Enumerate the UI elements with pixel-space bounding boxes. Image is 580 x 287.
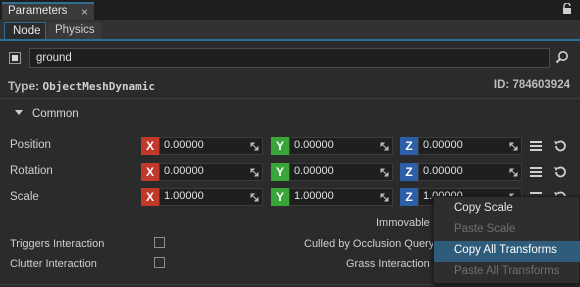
scale-y-value: 1.00000 [294, 190, 334, 202]
grass-interaction-label: Grass Interaction [346, 258, 430, 270]
menu-item-copy-all-transforms[interactable]: Copy All Transforms [434, 241, 580, 262]
menu-item-paste-scale[interactable]: Paste Scale [434, 220, 580, 241]
menu-item-paste-all-transforms[interactable]: Paste All Transforms [434, 262, 580, 283]
expand-grip-icon[interactable] [250, 193, 259, 202]
divider [0, 98, 580, 99]
scale-y-axis-label: Y [271, 188, 289, 206]
id-label: ID: [493, 79, 510, 91]
expand-grip-icon[interactable] [380, 168, 389, 177]
rotation-y-field[interactable]: 0.00000 [289, 163, 393, 181]
scale-x-value: 1.00000 [164, 190, 204, 202]
menu-item-copy-scale[interactable]: Copy Scale [434, 199, 580, 220]
position-z-field[interactable]: 0.00000 [418, 137, 522, 155]
title-bar: Parameters × [0, 0, 580, 20]
reset-icon[interactable] [553, 165, 567, 179]
scale-y-field[interactable]: 1.00000 [289, 188, 393, 206]
node-name-input[interactable] [29, 48, 550, 68]
panel-title: Parameters [8, 5, 68, 17]
scale-z-axis-label: Z [400, 188, 418, 206]
rotation-x-axis-label: X [141, 163, 159, 181]
position-x-axis-label: X [141, 137, 159, 155]
scale-x-field[interactable]: 1.00000 [159, 188, 263, 206]
rotation-y-value: 0.00000 [294, 165, 334, 177]
position-y-value: 0.00000 [294, 139, 334, 151]
expand-grip-icon[interactable] [380, 193, 389, 202]
rotation-z-value: 0.00000 [423, 165, 463, 177]
node-id: ID: 784603924 [494, 79, 570, 91]
rotation-x-field[interactable]: 0.00000 [159, 163, 263, 181]
collapse-arrow-icon[interactable] [15, 110, 23, 115]
node-enabled-checkbox[interactable] [9, 52, 21, 64]
rotation-label: Rotation [10, 165, 53, 177]
menu-icon[interactable] [530, 166, 542, 178]
close-icon[interactable]: × [81, 5, 88, 19]
position-x-value: 0.00000 [164, 139, 204, 151]
rotation-z-field[interactable]: 0.00000 [418, 163, 522, 181]
divider [0, 284, 433, 285]
expand-grip-icon[interactable] [509, 142, 518, 151]
type-value: ObjectMeshDynamic [42, 80, 156, 93]
expand-grip-icon[interactable] [380, 142, 389, 151]
lock-icon[interactable] [562, 3, 572, 15]
rotation-y-axis-label: Y [271, 163, 289, 181]
expand-grip-icon[interactable] [509, 168, 518, 177]
panel-tab-parameters[interactable]: Parameters × [2, 2, 94, 20]
scale-label: Scale [10, 191, 39, 203]
id-value: 784603924 [512, 79, 570, 91]
position-z-axis-label: Z [400, 137, 418, 155]
clutter-interaction-label: Clutter Interaction [10, 258, 97, 270]
type-label: Type: [8, 79, 40, 93]
rotation-x-value: 0.00000 [164, 165, 204, 177]
node-type: Type: ObjectMeshDynamic [8, 79, 155, 93]
clutter-interaction-checkbox[interactable] [154, 257, 165, 268]
culled-by-occlusion-query-label: Culled by Occlusion Query [304, 238, 435, 250]
triggers-interaction-checkbox[interactable] [154, 237, 165, 248]
tab-underline [0, 39, 580, 41]
expand-grip-icon[interactable] [250, 168, 259, 177]
transform-context-menu: Copy Scale Paste Scale Copy All Transfor… [433, 196, 580, 284]
search-icon[interactable] [555, 50, 569, 64]
position-y-axis-label: Y [271, 137, 289, 155]
tab-node[interactable]: Node [4, 22, 46, 40]
rotation-z-axis-label: Z [400, 163, 418, 181]
section-title-common[interactable]: Common [32, 108, 79, 120]
position-y-field[interactable]: 0.00000 [289, 137, 393, 155]
position-label: Position [10, 139, 51, 151]
position-x-field[interactable]: 0.00000 [159, 137, 263, 155]
expand-grip-icon[interactable] [250, 142, 259, 151]
menu-icon[interactable] [530, 140, 542, 152]
tab-bar: Node Physics [0, 20, 580, 40]
reset-icon[interactable] [553, 139, 567, 153]
scale-x-axis-label: X [141, 188, 159, 206]
triggers-interaction-label: Triggers Interaction [10, 238, 105, 250]
immovable-label: Immovable [376, 217, 430, 229]
position-z-value: 0.00000 [423, 139, 463, 151]
tab-physics[interactable]: Physics [47, 22, 101, 40]
